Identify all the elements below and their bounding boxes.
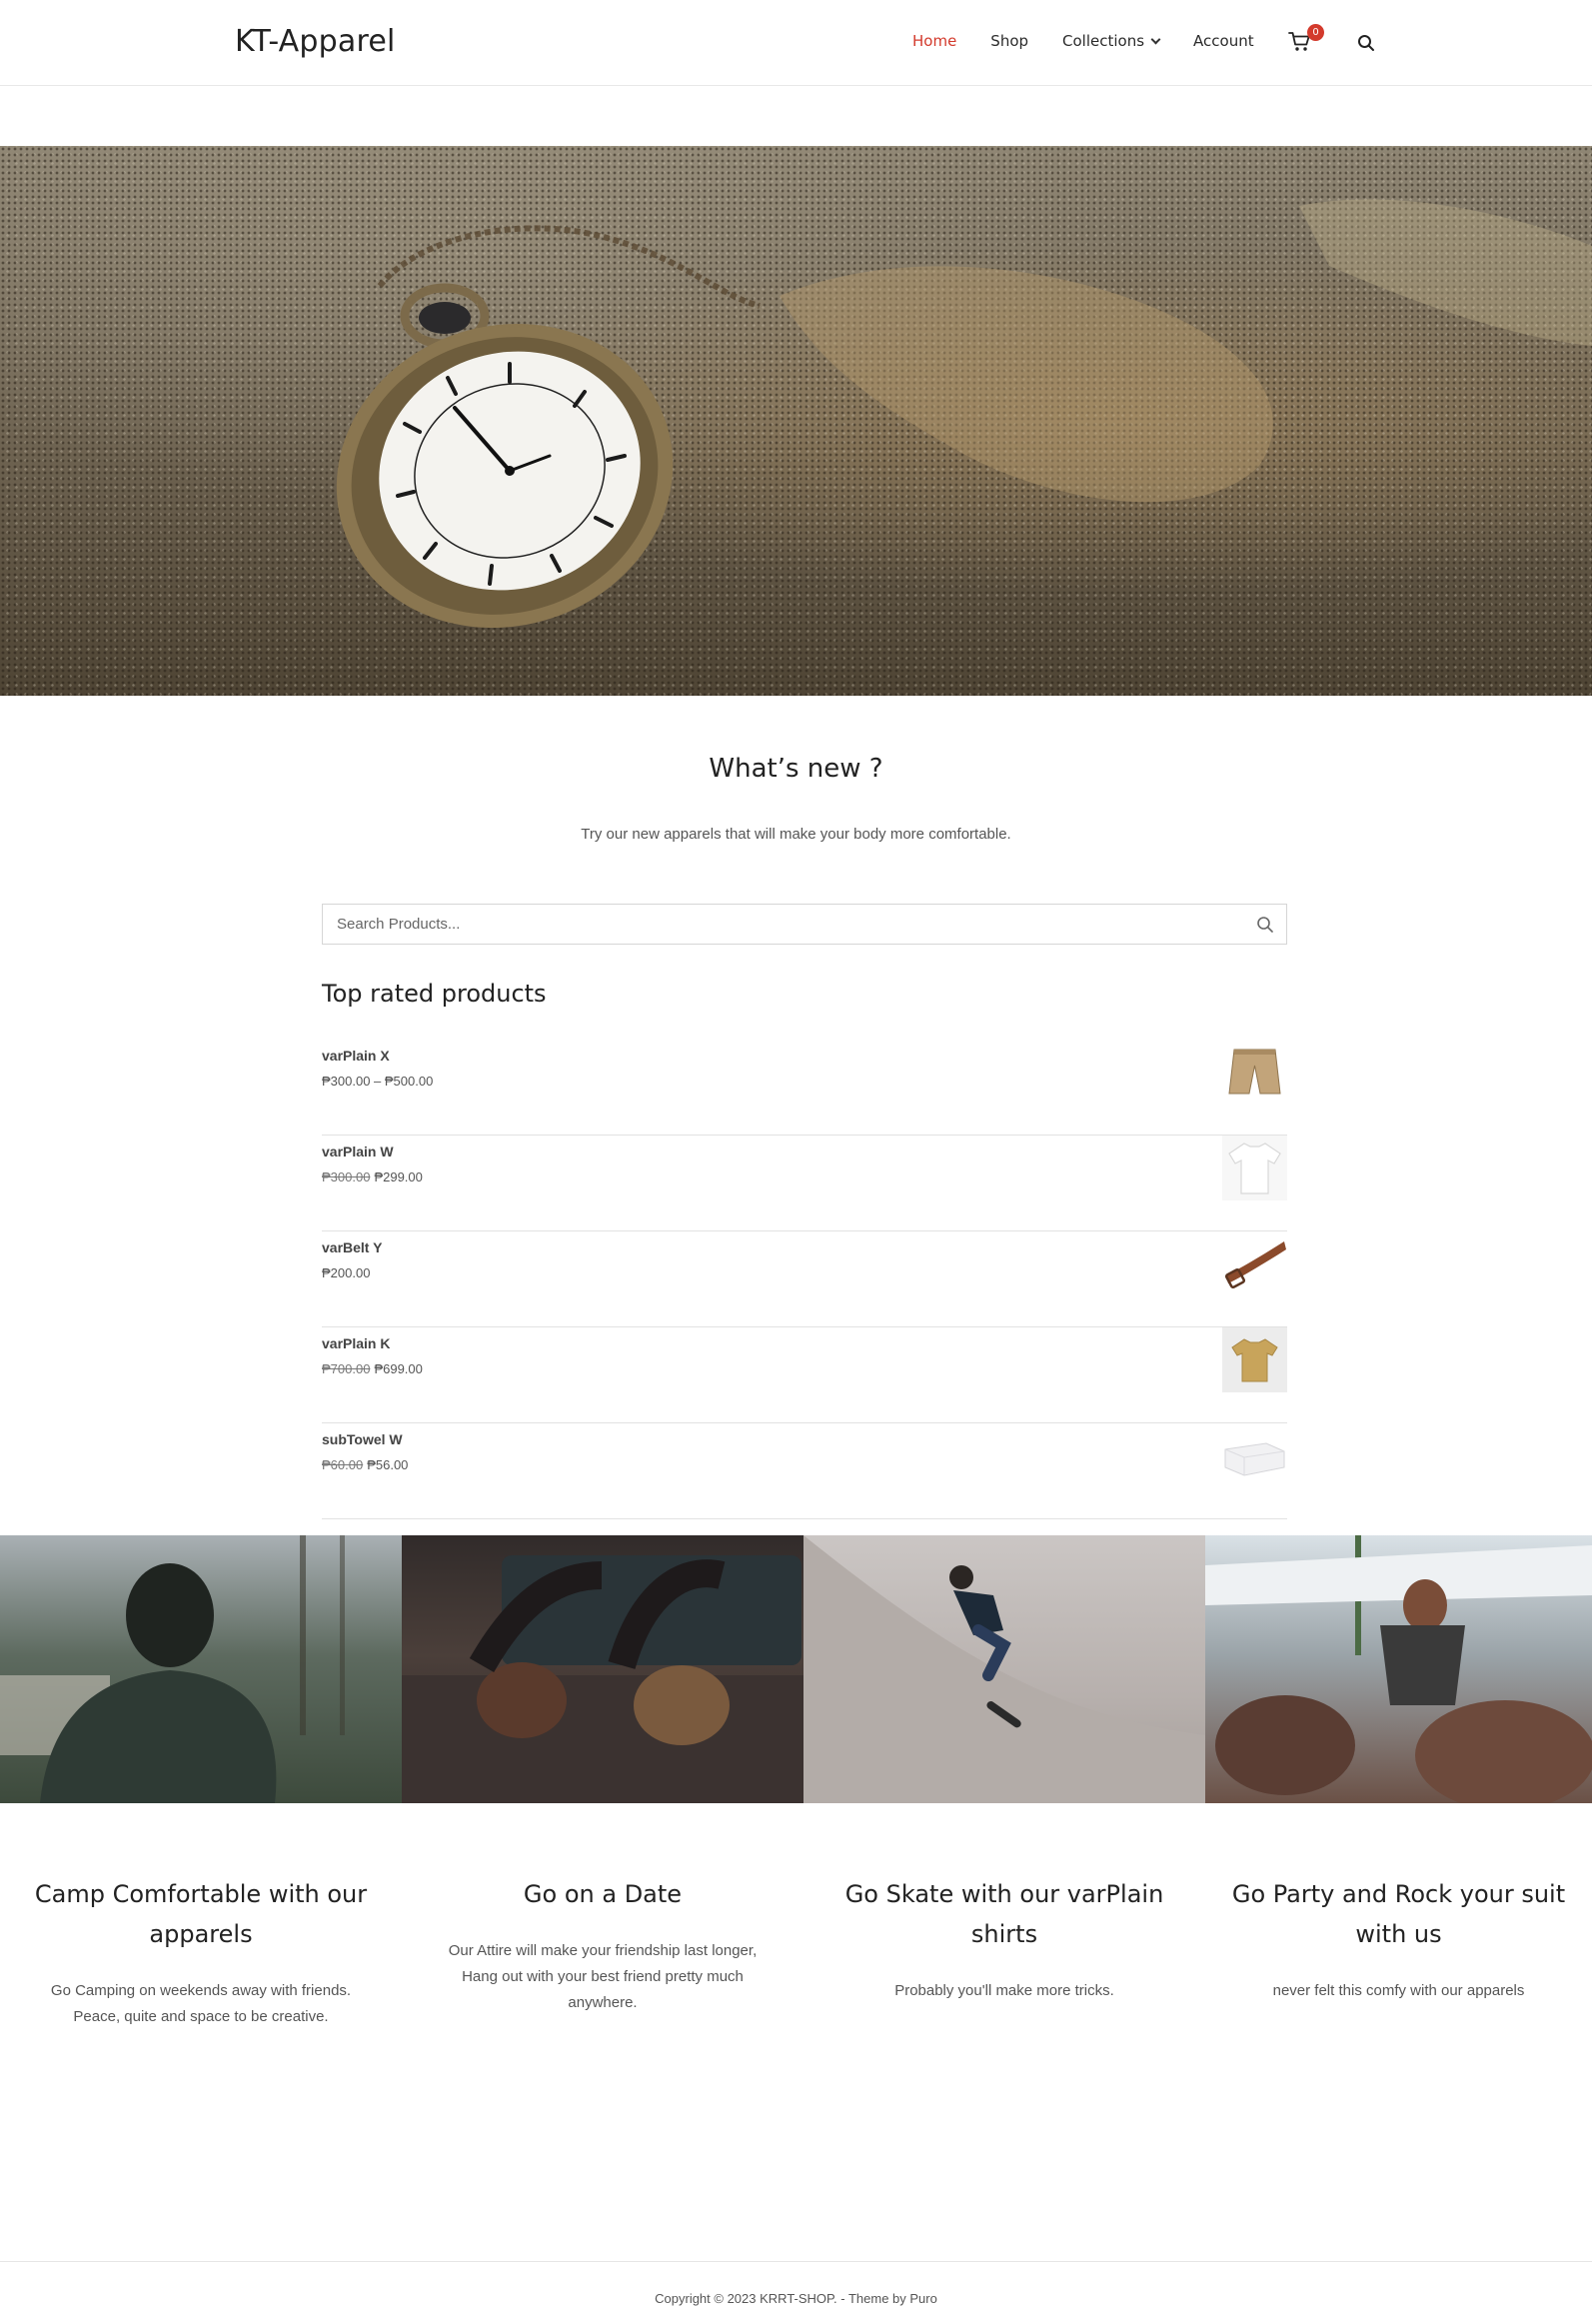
nav-account[interactable]: Account — [1193, 32, 1254, 50]
nav-collections[interactable]: Collections — [1062, 32, 1161, 50]
product-old-price: ₱300.00 — [322, 1169, 371, 1184]
search-icon[interactable] — [1357, 34, 1375, 52]
product-item[interactable]: varPlain X ₱300.00 – ₱500.00 — [322, 1040, 1287, 1136]
product-item[interactable]: subTowel W ₱60.00 ₱56.00 — [322, 1423, 1287, 1519]
product-old-price: ₱700.00 — [322, 1361, 371, 1376]
footer-copyright: Copyright © 2023 KRRT-SHOP. - Theme by P… — [655, 2291, 937, 2306]
khaki-shorts-image[interactable] — [1222, 1040, 1287, 1105]
site-header: KT-Apparel Home Shop Collections Account… — [0, 0, 1592, 86]
skate-photo — [803, 1535, 1205, 1803]
feature-description: never felt this comfy with our apparels — [1272, 1982, 1525, 1999]
whats-new-heading: What’s new ? — [709, 754, 883, 784]
feature-description: Probably you'll make more tricks. — [894, 1982, 1114, 1999]
site-logo[interactable]: KT-Apparel — [235, 24, 396, 59]
camping-photo-illustration — [0, 1535, 345, 1803]
top-rated-heading: Top rated products — [322, 980, 547, 1008]
product-search — [322, 904, 1287, 945]
camping-photo — [0, 1535, 402, 1803]
product-item[interactable]: varPlain K ₱700.00 ₱699.00 — [322, 1327, 1287, 1423]
date-photo — [402, 1535, 803, 1803]
product-name[interactable]: varBelt Y — [322, 1239, 382, 1255]
nav-collections-label: Collections — [1062, 32, 1145, 50]
date-photo-illustration — [402, 1555, 803, 1803]
nav-home[interactable]: Home — [912, 32, 956, 50]
product-current-price: ₱300.00 – ₱500.00 — [322, 1074, 434, 1089]
skate-photo-illustration — [803, 1535, 1205, 1803]
product-price: ₱200.00 — [322, 1265, 370, 1280]
mustard-tshirt-image[interactable] — [1222, 1327, 1287, 1392]
product-search-input[interactable] — [323, 905, 1286, 944]
feature-date: Go on a Date Our Attire will make your f… — [402, 1874, 803, 2016]
product-name[interactable]: varPlain W — [322, 1144, 394, 1160]
feature-description: Our Attire will make your friendship las… — [448, 1942, 758, 2011]
pocket-watch-illustration — [336, 199, 1592, 629]
feature-camp: Camp Comfortable with our apparels Go Ca… — [0, 1874, 402, 2030]
product-price: ₱700.00 ₱699.00 — [322, 1361, 423, 1376]
product-item[interactable]: varBelt Y ₱200.00 — [322, 1231, 1287, 1327]
search-icon[interactable] — [1256, 916, 1274, 934]
feature-description: Go Camping on weekends away with friends… — [50, 1982, 352, 2025]
hero-image — [0, 146, 1592, 696]
feature-title: Go Party and Rock your suit with us — [1231, 1880, 1566, 1948]
product-old-price: ₱60.00 — [322, 1457, 364, 1472]
feature-title: Go Skate with our varPlain shirts — [844, 1880, 1164, 1948]
product-name[interactable]: varPlain X — [322, 1048, 390, 1064]
product-price: ₱300.00 ₱299.00 — [322, 1169, 423, 1184]
product-name[interactable]: subTowel W — [322, 1431, 403, 1447]
product-current-price: ₱200.00 — [322, 1265, 371, 1280]
feature-title: Camp Comfortable with our apparels — [34, 1880, 368, 1948]
product-item[interactable]: varPlain W ₱300.00 ₱299.00 — [322, 1136, 1287, 1231]
brown-belt-image[interactable] — [1222, 1231, 1287, 1296]
party-photo-illustration — [1205, 1535, 1592, 1803]
party-photo — [1205, 1535, 1592, 1803]
product-price: ₱60.00 ₱56.00 — [322, 1457, 408, 1472]
product-current-price: ₱699.00 — [374, 1361, 423, 1376]
product-current-price: ₱299.00 — [374, 1169, 423, 1184]
product-current-price: ₱56.00 — [367, 1457, 409, 1472]
lifestyle-gallery — [0, 1535, 1592, 1803]
product-name[interactable]: varPlain K — [322, 1335, 390, 1351]
feature-skate: Go Skate with our varPlain shirts Probab… — [803, 1874, 1205, 2004]
footer-divider — [0, 2261, 1592, 2262]
white-tshirt-image[interactable] — [1222, 1136, 1287, 1200]
white-towel-image[interactable] — [1222, 1423, 1287, 1488]
feature-title: Go on a Date — [523, 1880, 683, 1908]
cart-count-badge: 0 — [1307, 24, 1324, 41]
main-nav: Home Shop Collections Account — [912, 32, 1288, 50]
feature-party: Go Party and Rock your suit with us neve… — [1205, 1874, 1592, 2004]
nav-shop[interactable]: Shop — [990, 32, 1028, 50]
whats-new-subtitle: Try our new apparels that will make your… — [581, 826, 1011, 843]
chevron-down-icon — [1150, 34, 1161, 45]
product-price: ₱300.00 – ₱500.00 — [322, 1074, 433, 1089]
